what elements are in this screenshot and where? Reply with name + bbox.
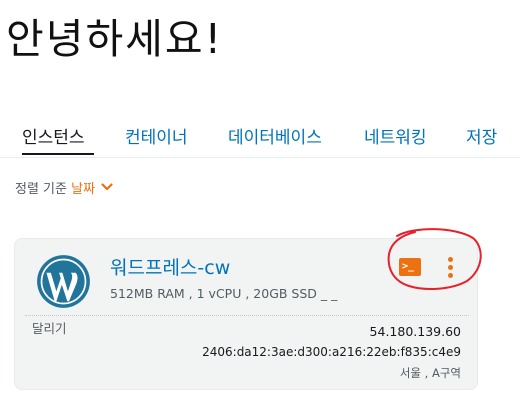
lightsail-home: 안녕하세요! 인스턴스 컨테이너 데이터베이스 네트워킹 저장 정렬 기준 날짜… bbox=[0, 0, 520, 405]
tab-instances[interactable]: 인스턴스 bbox=[22, 126, 85, 150]
terminal-icon[interactable]: >_ bbox=[399, 258, 421, 276]
sort-value-dropdown[interactable]: 날짜 bbox=[71, 182, 95, 197]
instance-location: 서울 , A구역 bbox=[399, 366, 461, 380]
instance-public-ipv4: 54.180.139.60 bbox=[369, 324, 461, 339]
active-tab-indicator bbox=[22, 153, 94, 155]
instance-public-ipv6: 2406:da12:3ae:d300:a216:22eb:f835:c4e9 bbox=[202, 345, 461, 359]
tab-containers[interactable]: 컨테이너 bbox=[125, 126, 188, 150]
sort-control: 정렬 기준 날짜 bbox=[15, 180, 113, 200]
vertical-ellipsis-icon[interactable] bbox=[443, 257, 457, 279]
red-annotation-circle bbox=[387, 228, 482, 290]
terminal-prompt: >_ bbox=[402, 261, 415, 272]
tab-storage[interactable]: 저장 bbox=[466, 126, 497, 150]
wordpress-logo-icon[interactable] bbox=[36, 254, 91, 309]
card-divider bbox=[25, 315, 469, 317]
resource-tabs: 인스턴스 컨테이너 데이터베이스 네트워킹 저장 bbox=[0, 120, 520, 160]
instance-specs: 512MB RAM , 1 vCPU , 20GB SSD _ _ bbox=[110, 286, 338, 301]
greeting-heading: 안녕하세요! bbox=[6, 15, 224, 63]
chevron-down-icon[interactable] bbox=[101, 178, 113, 198]
instance-status: 달리기 bbox=[32, 321, 67, 336]
tab-databases[interactable]: 데이터베이스 bbox=[228, 126, 322, 150]
tab-networking[interactable]: 네트워킹 bbox=[364, 126, 427, 150]
sort-label: 정렬 기준 bbox=[15, 182, 67, 197]
instance-name-link[interactable]: 워드프레스-cw bbox=[110, 255, 230, 281]
instance-card: 워드프레스-cw 512MB RAM , 1 vCPU , 20GB SSD _… bbox=[14, 228, 482, 390]
tabs-divider bbox=[0, 157, 520, 158]
